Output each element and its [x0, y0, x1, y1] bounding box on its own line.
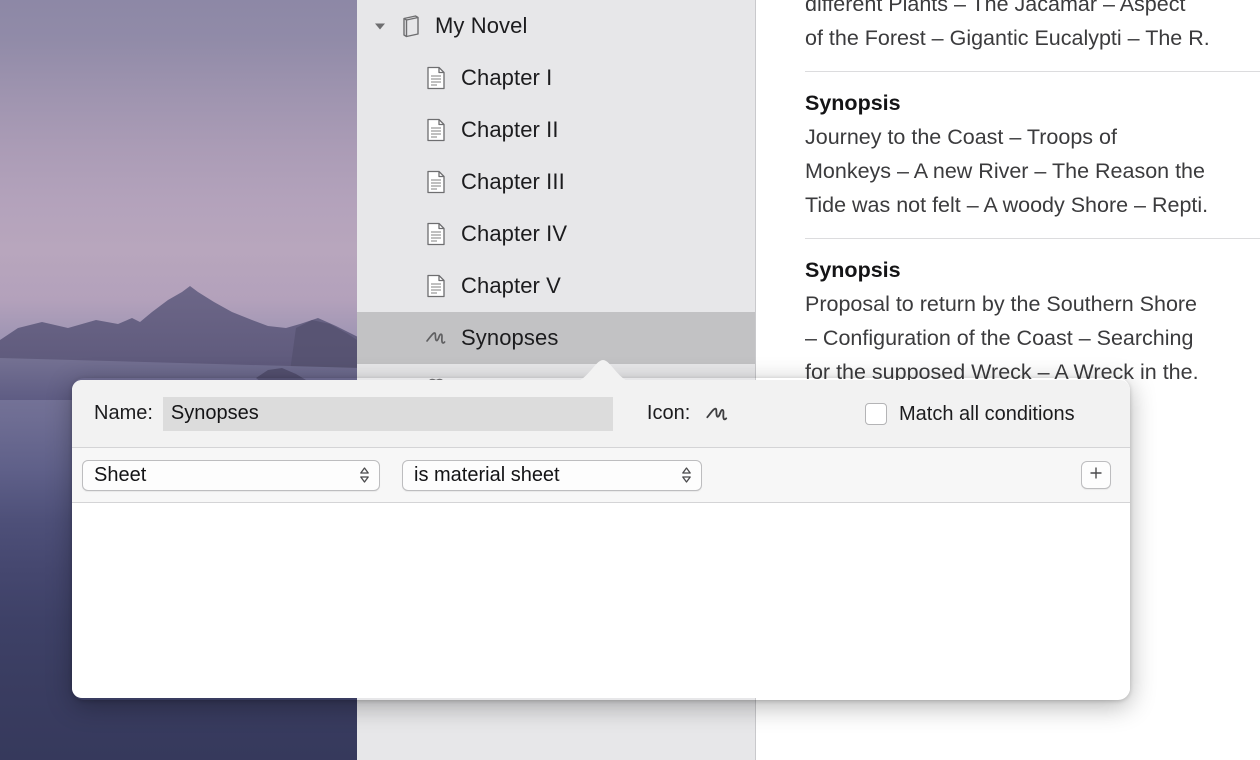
binder-row-root[interactable]: My Novel: [357, 0, 755, 52]
binder-row-chapter-iii[interactable]: Chapter III: [357, 156, 755, 208]
binder-row-chapter-i[interactable]: Chapter I: [357, 52, 755, 104]
match-all-conditions-label: Match all conditions: [899, 402, 1075, 425]
collection-settings-popover[interactable]: Name: Icon: Match all conditions Sheet i…: [72, 380, 1130, 698]
binder-row-label: Synopses: [461, 325, 559, 350]
criteria-condition-select[interactable]: is material sheet: [402, 459, 702, 491]
binder-row-label: Chapter II: [461, 117, 559, 142]
document-icon: [419, 113, 453, 147]
doc-line: Monkeys – A new River – The Reason the: [805, 159, 1205, 183]
criteria-condition-value: is material sheet: [414, 463, 560, 486]
criteria-scope-value: Sheet: [94, 463, 147, 486]
criteria-row: Sheet is material sheet: [72, 448, 1130, 503]
add-condition-button[interactable]: [1081, 461, 1111, 489]
document-icon: [419, 269, 453, 303]
name-label: Name:: [94, 402, 153, 424]
doc-block: different Plants – The Jacamar – Aspect …: [805, 0, 1260, 55]
binder-row-label: Chapter IV: [461, 221, 568, 246]
divider: [805, 71, 1260, 72]
document-icon: [419, 217, 453, 251]
doc-line: – Configuration of the Coast – Searching: [805, 326, 1194, 350]
criteria-scope-select[interactable]: Sheet: [82, 459, 380, 491]
wallpaper-mountain: [0, 200, 360, 400]
chevron-updown-icon: [680, 466, 693, 484]
document-icon: [419, 61, 453, 95]
doc-heading: Synopsis: [805, 258, 901, 282]
doc-block: Synopsis Journey to the Coast – Troops o…: [805, 86, 1260, 222]
binder-row-label: Chapter III: [461, 169, 565, 194]
binder-row-label: Chapter I: [461, 65, 553, 90]
doc-heading: Synopsis: [805, 91, 901, 115]
document-icon: [419, 165, 453, 199]
doc-line: Journey to the Coast – Troops of: [805, 125, 1117, 149]
binder-row-label: Chapter V: [461, 273, 561, 298]
plus-icon: [1088, 465, 1104, 486]
chevron-down-icon[interactable]: [367, 0, 393, 52]
doc-line: different Plants – The Jacamar – Aspect: [805, 0, 1186, 16]
match-all-conditions-checkbox[interactable]: [865, 403, 887, 425]
name-input[interactable]: [162, 396, 613, 431]
binder-row-label: My Novel: [435, 13, 528, 38]
divider: [805, 238, 1260, 239]
doc-line: Tide was not felt – A woody Shore – Rept…: [805, 193, 1209, 217]
binder-row-chapter-iv[interactable]: Chapter IV: [357, 208, 755, 260]
binder-row-synopses[interactable]: Synopses: [357, 312, 755, 364]
book-icon: [393, 9, 427, 43]
binder-row-chapter-v[interactable]: Chapter V: [357, 260, 755, 312]
popover-arrow: [573, 358, 633, 382]
doc-block: Synopsis Proposal to return by the South…: [805, 253, 1260, 389]
binder-row-chapter-ii[interactable]: Chapter II: [357, 104, 755, 156]
match-all-conditions-row[interactable]: Match all conditions: [865, 380, 1075, 448]
results-list[interactable]: [72, 503, 1130, 697]
popover-header: Name: Icon: Match all conditions: [72, 380, 1130, 448]
chevron-updown-icon: [358, 466, 371, 484]
scribble-icon: [419, 321, 453, 355]
doc-line: of the Forest – Gigantic Eucalypti – The…: [805, 26, 1210, 50]
icon-label: Icon:: [646, 402, 691, 424]
doc-line: Proposal to return by the Southern Shore: [805, 292, 1198, 316]
scribble-icon[interactable]: [700, 397, 734, 431]
